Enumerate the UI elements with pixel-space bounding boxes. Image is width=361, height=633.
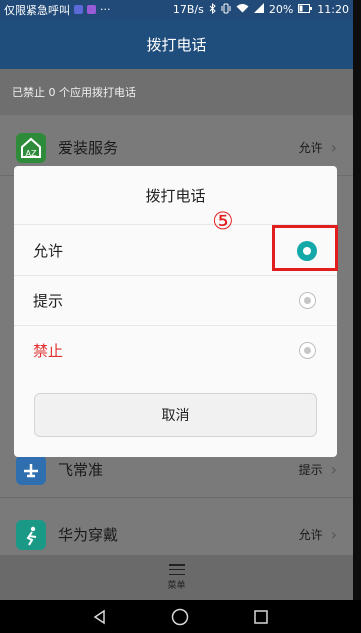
chevron-right-icon: › [330, 525, 337, 544]
screen-edge [353, 0, 361, 600]
battery-icon [298, 3, 313, 16]
network-speed: 17B/s [172, 3, 204, 16]
option-label: 提示 [33, 292, 64, 310]
more-notifications-icon: ··· [100, 3, 111, 16]
highlight-box [272, 225, 338, 271]
app-name: 飞常准 [58, 461, 104, 479]
radio-unselected[interactable] [299, 292, 316, 309]
blocked-summary-text: 已禁止 0 个应用拨打电话 [12, 86, 136, 99]
blocked-summary: 已禁止 0 个应用拨打电话 [0, 69, 353, 115]
page-title-text: 拨打电话 [146, 35, 207, 54]
feichangzhun-app-icon [16, 454, 46, 485]
app-name: 爱装服务 [58, 139, 119, 157]
radio-unselected[interactable] [299, 342, 316, 359]
menu-icon [168, 564, 185, 575]
carrier-text: 仅限紧急呼叫 [4, 3, 70, 17]
cancel-button[interactable]: 取消 [34, 393, 317, 437]
chevron-right-icon: › [330, 138, 337, 157]
signal-icon [253, 3, 264, 16]
menu-button[interactable]: 菜单 [0, 555, 353, 600]
dialog-title: 拨打电话 [145, 186, 206, 205]
bluetooth-icon [209, 2, 216, 17]
chevron-right-icon: › [330, 460, 337, 479]
clock: 11:20 [317, 3, 349, 16]
step-marker: ⑤ [212, 207, 234, 235]
option-prompt[interactable]: 提示 [14, 276, 337, 325]
permission-status: 允许 [298, 141, 323, 155]
call-permission-dialog: 拨打电话 允许 提示 禁止 取消 [14, 166, 337, 457]
home-button[interactable] [165, 602, 195, 632]
wifi-icon [236, 3, 249, 16]
option-deny[interactable]: 禁止 [14, 326, 337, 375]
app-notification-icon [87, 5, 96, 14]
aizhuang-app-icon: AZ [16, 132, 46, 163]
svg-text:AZ: AZ [26, 149, 37, 158]
vibrate-icon [221, 3, 231, 17]
battery-level: 20% [268, 3, 294, 16]
option-label: 允许 [33, 242, 64, 260]
huawei-wear-app-icon [16, 519, 46, 550]
app-name: 华为穿戴 [58, 526, 119, 544]
status-bar: 仅限紧急呼叫 ··· 17B/s 20% 11:20 [0, 0, 353, 19]
app-notification-icon [74, 5, 83, 14]
app-screen: 仅限紧急呼叫 ··· 17B/s 20% 11:20 拨打电话 已禁止 0 个应… [0, 0, 353, 600]
permission-status: 允许 [298, 528, 323, 542]
navigation-bar [0, 600, 361, 633]
back-button[interactable] [85, 602, 115, 632]
option-label: 禁止 [33, 342, 64, 360]
page-title: 拨打电话 [0, 19, 353, 69]
menu-label: 菜单 [167, 581, 186, 591]
permission-status: 提示 [298, 463, 323, 477]
recents-button[interactable] [246, 602, 276, 632]
